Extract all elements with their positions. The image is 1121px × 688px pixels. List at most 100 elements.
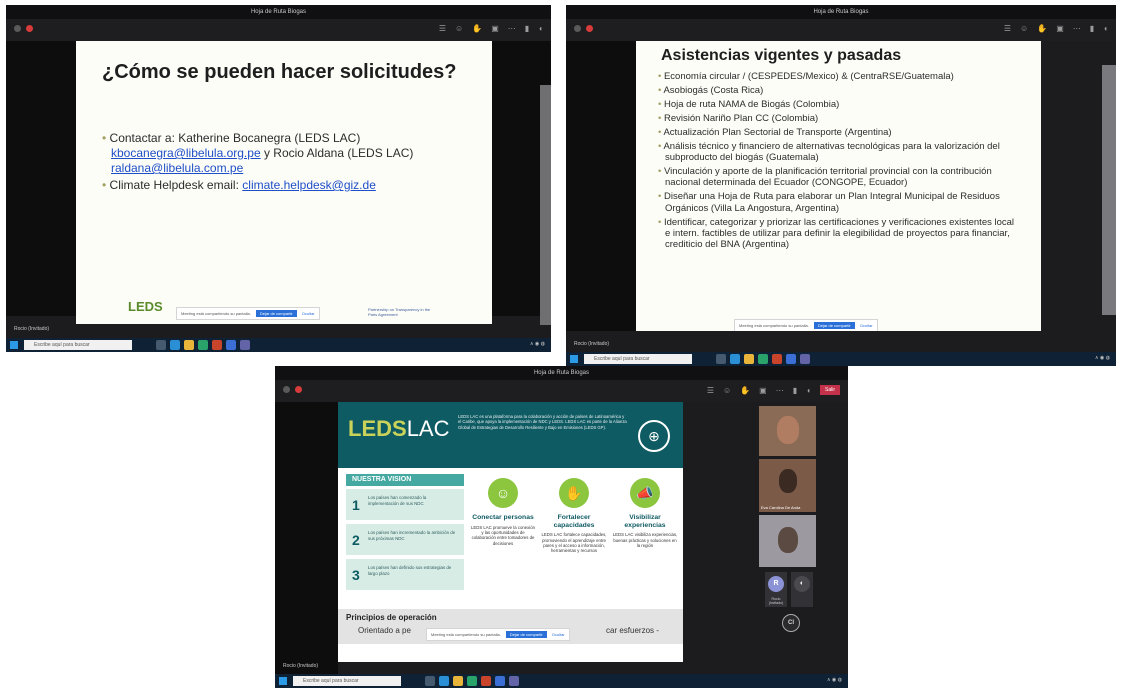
list-item: • Actualización Plan Sectorial de Transp… — [658, 127, 1018, 138]
list-item: • Contactar a: Katherine Bocanegra (LEDS… — [102, 131, 432, 176]
task-view-icon[interactable] — [716, 354, 726, 364]
avatar[interactable]: Cl — [782, 614, 800, 632]
more-icon[interactable]: ⋯ — [776, 386, 784, 395]
chat-icon[interactable]: ☰ — [439, 24, 446, 33]
vision-item: 3 Los países han definido sus estrategias… — [346, 559, 464, 590]
pillar-description: LEDS LAC fortalece capacidades, promovie… — [541, 532, 607, 554]
rooms-icon[interactable]: ▣ — [1056, 24, 1064, 33]
word-icon[interactable] — [226, 340, 236, 350]
email-link[interactable]: climate.helpdesk@giz.de — [242, 178, 376, 192]
windows-start-icon[interactable] — [10, 341, 18, 349]
assistance-list: • Economía circular / (CESPEDES/Mexico) … — [658, 71, 1018, 253]
screenshot-2: Hoja de Ruta Biogas ☰ ☺ ✋ ▣ ⋯ ▮ ◖ Asiste… — [566, 5, 1116, 366]
raise-hand-icon[interactable]: ✋ — [740, 386, 750, 395]
edge-icon[interactable] — [439, 676, 449, 686]
list-item: • Economía circular / (CESPEDES/Mexico) … — [658, 71, 1018, 82]
taskbar-search-input[interactable]: Escribe aquí para buscar — [293, 676, 401, 686]
edge-icon[interactable] — [170, 340, 180, 350]
teams-icon[interactable] — [240, 340, 250, 350]
windows-taskbar: Escribe aquí para buscar ∧ ◉ ◍ — [275, 674, 848, 688]
participant-face — [779, 469, 797, 493]
word-icon[interactable] — [495, 676, 505, 686]
people-icon[interactable]: ☺ — [1020, 24, 1028, 33]
people-icon[interactable]: ☺ — [723, 386, 731, 395]
excel-icon[interactable] — [758, 354, 768, 364]
stage-left-gutter — [566, 41, 636, 331]
explorer-icon[interactable] — [184, 340, 194, 350]
stop-sharing-button[interactable]: Dejar de compartir — [255, 310, 297, 317]
word-icon[interactable] — [786, 354, 796, 364]
participant-tile-r[interactable]: R Rocio (Invitado) — [765, 572, 787, 607]
mic-icon[interactable]: ◖ — [806, 386, 811, 395]
camera-icon[interactable]: ▮ — [525, 24, 529, 33]
participant-video[interactable] — [759, 406, 816, 456]
explorer-icon[interactable] — [453, 676, 463, 686]
leds-lac-logo: LEDSLAC — [348, 416, 449, 442]
stop-sharing-button[interactable]: Dejar de compartir — [505, 631, 547, 638]
pillar-title: Conectar personas — [472, 514, 534, 521]
slide-solicitudes: ¿Cómo se pueden hacer solicitudes? • Con… — [76, 41, 492, 324]
partnership-logo: Partnership on Transparency in the Paris… — [368, 307, 431, 317]
windows-start-icon[interactable] — [570, 355, 578, 363]
taskbar-search-input[interactable]: Escribe aquí para buscar — [584, 354, 692, 364]
camera-icon[interactable]: ▮ — [1090, 24, 1094, 33]
excel-icon[interactable] — [198, 340, 208, 350]
globe-icon: ⊕ — [638, 420, 670, 452]
powerpoint-icon[interactable] — [772, 354, 782, 364]
teams-icon[interactable] — [800, 354, 810, 364]
logo-lac: LAC — [406, 416, 450, 441]
meeting-toolbar: ☰ ☺ ✋ ▣ ⋯ ▮ ◖ — [566, 19, 1116, 41]
email-link[interactable]: raldana@libelula.com.pe — [111, 161, 243, 175]
chat-icon[interactable]: ☰ — [1004, 24, 1011, 33]
teams-icon[interactable] — [509, 676, 519, 686]
mic-icon[interactable]: ◖ — [1103, 24, 1108, 33]
leds-header: LEDSLAC LEDS LAC es una plataforma para … — [338, 402, 683, 468]
screenshot-1: Hoja de Ruta Biogas ☰ ☺ ✋ ▣ ⋯ ▮ ◖ ¿Cómo … — [6, 5, 551, 352]
share-message: Meeting está compartiendo su pantalla. — [181, 311, 251, 316]
window-title-bar: Hoja de Ruta Biogas — [6, 5, 551, 19]
edge-icon[interactable] — [730, 354, 740, 364]
mic-icon[interactable]: ◖ — [538, 24, 543, 33]
slide-title: Asistencias vigentes y pasadas — [661, 47, 902, 64]
leave-button[interactable]: Salir — [819, 385, 840, 395]
bullet-icon: • — [102, 131, 110, 145]
hide-banner-button[interactable]: Ocultar — [860, 323, 873, 328]
vision-text: Los países han comenzado la implementaci… — [368, 495, 427, 506]
email-link[interactable]: kbocanegra@libelula.org.pe — [111, 146, 261, 160]
participant-video-strip — [1102, 65, 1116, 315]
more-icon[interactable]: ⋯ — [1073, 24, 1081, 33]
raise-hand-icon[interactable]: ✋ — [1037, 24, 1047, 33]
list-item-text: Identificar, categorizar y priorizar las… — [663, 216, 1015, 251]
explorer-icon[interactable] — [744, 354, 754, 364]
task-view-icon[interactable] — [425, 676, 435, 686]
slide-asistencias: Asistencias vigentes y pasadas • Economí… — [636, 41, 1041, 331]
pillar-title: Visibilizar experiencias — [624, 514, 666, 529]
windows-start-icon[interactable] — [279, 677, 287, 685]
pillar-description: LEDS LAC promueve la conexión y las opor… — [470, 524, 535, 546]
slide-title: ¿Cómo se pueden hacer solicitudes? — [102, 61, 457, 83]
powerpoint-icon[interactable] — [212, 340, 222, 350]
principios-text: Orientado a pe — [358, 626, 411, 635]
window-title-bar: Hoja de Ruta Biogas — [566, 5, 1116, 19]
window-title: Hoja de Ruta Biogas — [533, 370, 590, 376]
powerpoint-icon[interactable] — [481, 676, 491, 686]
more-icon[interactable]: ⋯ — [508, 24, 516, 33]
pillar-column: ✋ Fortalecer capacidades LEDS LAC fortalec… — [541, 478, 607, 554]
rooms-icon[interactable]: ▣ — [491, 24, 499, 33]
camera-icon[interactable]: ▮ — [793, 386, 797, 395]
stop-sharing-button[interactable]: Dejar de compartir — [813, 322, 855, 329]
raise-hand-icon[interactable]: ✋ — [472, 24, 482, 33]
hide-banner-button[interactable]: Ocultar — [302, 311, 315, 316]
task-view-icon[interactable] — [156, 340, 166, 350]
chat-icon[interactable]: ☰ — [707, 386, 714, 395]
excel-icon[interactable] — [467, 676, 477, 686]
helpdesk-label: Climate Helpdesk email: — [109, 178, 239, 192]
people-icon[interactable]: ☺ — [455, 24, 463, 33]
participant-video[interactable]: Eva Carolina De Anda — [759, 459, 816, 512]
rooms-icon[interactable]: ▣ — [759, 386, 767, 395]
participant-tile[interactable]: ◐ — [791, 572, 813, 607]
participant-video[interactable] — [759, 515, 816, 567]
taskbar-search-input[interactable]: Escribe aquí para buscar — [24, 340, 132, 350]
hide-banner-button[interactable]: Ocultar — [552, 632, 565, 637]
screen-share-banner: Meeting está compartiendo su pantalla. D… — [734, 319, 878, 331]
